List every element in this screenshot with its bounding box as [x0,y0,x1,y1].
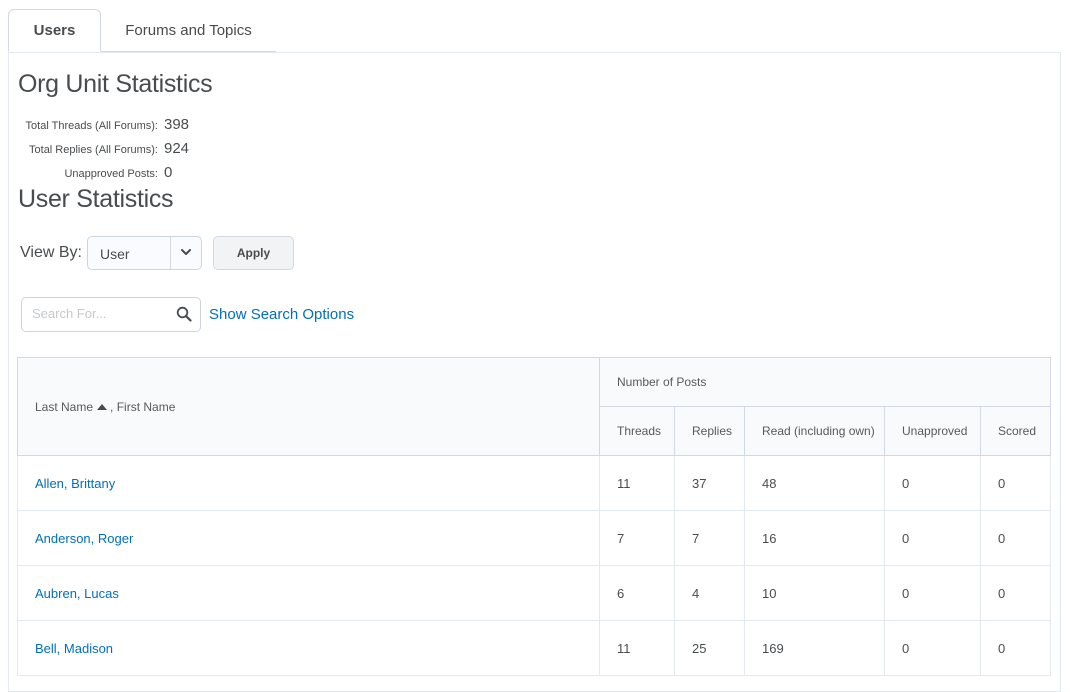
stat-value: 924 [164,140,190,157]
sort-last-name-link[interactable]: Last Name [35,400,93,414]
user-link[interactable]: Allen, Brittany [35,476,115,491]
read-cell: 169 [744,620,885,676]
user-link[interactable]: Anderson, Roger [35,531,133,546]
tab-bar: Users Forums and Topics [8,9,276,53]
name-cell: Bell, Madison [17,620,600,676]
tab-forums-and-topics[interactable]: Forums and Topics [101,9,276,52]
table-row: Bell, Madison 11 25 169 0 0 [17,620,1052,676]
name-cell: Anderson, Roger [17,510,600,566]
user-link[interactable]: Aubren, Lucas [35,586,119,601]
unapproved-cell: 0 [884,510,981,566]
scored-cell: 0 [979,565,1052,621]
replies-cell: 4 [674,565,745,621]
stat-unapproved-posts: Unapproved Posts: 0 [0,163,400,183]
show-search-options-link[interactable]: Show Search Options [209,306,354,323]
read-cell: 48 [744,455,885,511]
replies-cell: 37 [674,455,745,511]
org-unit-statistics-heading: Org Unit Statistics [18,70,213,98]
table-row: Allen, Brittany 11 37 48 0 0 [17,455,1052,511]
threads-cell: 11 [599,455,675,511]
user-link[interactable]: Bell, Madison [35,641,113,656]
stat-value: 0 [164,164,173,181]
view-by-value: User [100,246,130,262]
select-divider [170,237,171,269]
threads-column-header[interactable]: Threads [599,406,675,456]
stat-label: Unapproved Posts: [64,168,158,180]
search-box [21,297,201,332]
stat-label: Total Replies (All Forums): [29,144,158,156]
stat-total-replies: Total Replies (All Forums): 924 [0,139,400,159]
table-row: Anderson, Roger 7 7 16 0 0 [17,510,1052,566]
threads-cell: 6 [599,565,675,621]
stat-value: 398 [164,116,190,133]
user-statistics-heading: User Statistics [18,185,174,213]
unapproved-cell: 0 [884,455,981,511]
unapproved-column-header[interactable]: Unapproved [884,406,981,456]
threads-cell: 11 [599,620,675,676]
replies-column-header[interactable]: Replies [674,406,745,456]
tab-users[interactable]: Users [8,9,101,52]
replies-cell: 25 [674,620,745,676]
unapproved-cell: 0 [884,620,981,676]
name-cell: Allen, Brittany [17,455,600,511]
stat-total-threads: Total Threads (All Forums): 398 [0,115,400,135]
sort-first-name-link[interactable]: , First Name [110,400,175,414]
scored-cell: 0 [979,455,1052,511]
scored-cell: 0 [979,620,1052,676]
search-input[interactable] [32,306,167,321]
read-cell: 10 [744,565,885,621]
chevron-down-icon [181,249,191,255]
read-column-header[interactable]: Read (including own) [744,406,885,456]
view-by-select[interactable]: User [87,236,202,270]
scored-cell: 0 [979,510,1052,566]
threads-cell: 7 [599,510,675,566]
read-cell: 16 [744,510,885,566]
name-cell: Aubren, Lucas [17,565,600,621]
replies-cell: 7 [674,510,745,566]
name-column-header: Last Name , First Name [17,357,600,456]
search-icon[interactable] [176,306,192,322]
apply-button[interactable]: Apply [213,236,294,270]
table-row: Aubren, Lucas 6 4 10 0 0 [17,565,1052,621]
stat-label: Total Threads (All Forums): [25,120,158,132]
user-statistics-table: Last Name , First Name Number of Posts Th… [17,357,1052,676]
unapproved-cell: 0 [884,565,981,621]
number-of-posts-header: Number of Posts [598,357,1052,407]
view-by-label: View By: [20,244,82,261]
scored-column-header[interactable]: Scored [979,406,1052,456]
sort-ascending-icon [97,403,108,410]
